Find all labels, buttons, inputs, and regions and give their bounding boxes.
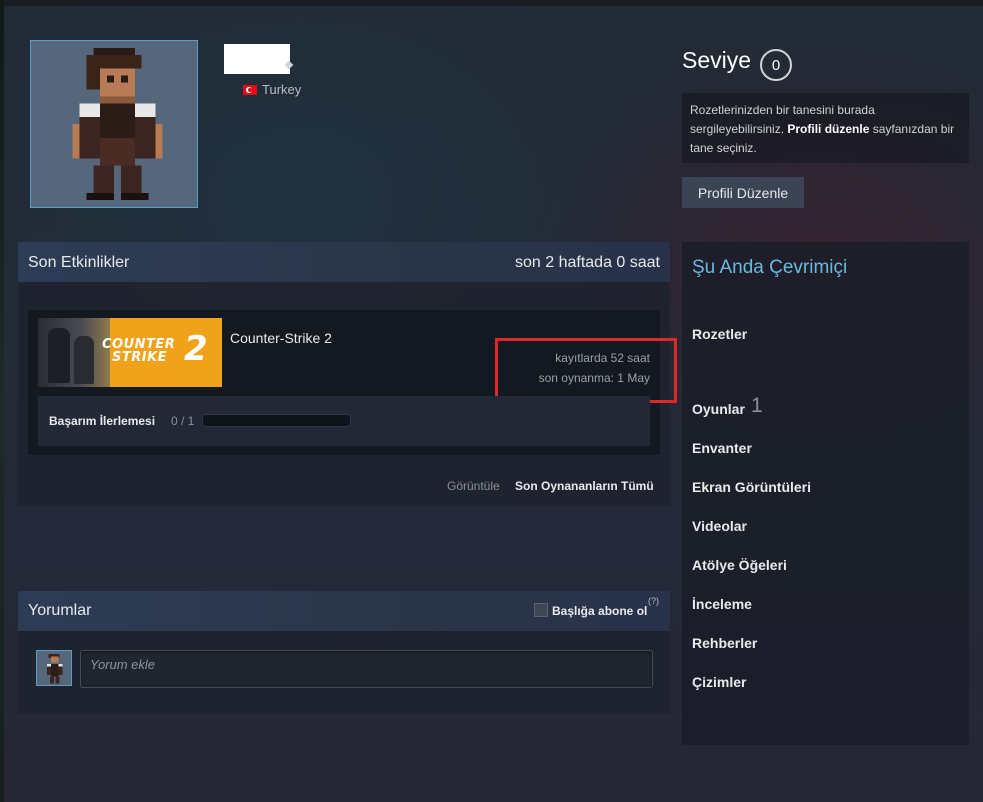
profile-page: Turkey Seviye 0 Rozetlerinizden bir tane…	[0, 0, 983, 802]
profile-avatar[interactable]	[30, 40, 198, 208]
profile-country: Turkey	[243, 82, 301, 97]
turkey-flag-icon	[243, 84, 257, 95]
badge-showcase-notice: Rozetlerinizden bir tanesini burada serg…	[682, 93, 969, 163]
sidebar-games-count[interactable]: 1	[751, 394, 763, 418]
sidebar-item-workshop[interactable]: Atölye Öğeleri	[692, 557, 787, 573]
level-label: Seviye	[682, 47, 752, 73]
achievement-progress-label: Başarım İlerlemesi	[49, 414, 156, 428]
view-all-label: Görüntüle	[447, 479, 500, 493]
subscribe-label[interactable]: Başlığa abone ol	[552, 604, 647, 618]
sidebar-item-guides[interactable]: Rehberler	[692, 635, 757, 651]
sidebar-item-reviews[interactable]: İnceleme	[692, 596, 752, 612]
comment-input[interactable]: Yorum ekle	[80, 650, 653, 688]
sidebar-item-screenshots[interactable]: Ekran Görüntüleri	[692, 479, 811, 495]
edit-profile-button[interactable]: Profili Düzenle	[682, 177, 804, 208]
subscribe-checkbox[interactable]	[534, 603, 548, 617]
comment-avatar-image	[37, 651, 71, 685]
online-status: Şu Anda Çevrimiçi	[692, 257, 848, 278]
highlight-annotation-box	[495, 338, 677, 403]
sidebar-item-badges[interactable]: Rozetler	[692, 326, 747, 342]
profile-name-redacted	[224, 44, 290, 74]
pixel-avatar-image	[31, 41, 197, 207]
achievement-progress-count: 0 / 1	[171, 414, 195, 428]
subscribe-help-link[interactable]: (?)	[648, 596, 659, 606]
badge-notice-edit-link[interactable]: Profili düzenle	[787, 122, 869, 136]
sidebar-item-videos[interactable]: Videolar	[692, 518, 747, 534]
top-strip	[0, 0, 983, 6]
achievement-progress-bar	[202, 414, 351, 427]
game-capsule-image[interactable]: COUNTER STRIKE 2	[38, 318, 222, 387]
country-label: Turkey	[262, 82, 302, 97]
level-badge[interactable]: 0	[760, 49, 792, 81]
comments-title: Yorumlar	[28, 602, 92, 619]
soldier-figure-2	[74, 336, 94, 384]
sidebar-item-artwork[interactable]: Çizimler	[692, 674, 746, 690]
recent-activity-title: Son Etkinlikler	[28, 254, 130, 271]
sidebar-item-games[interactable]: Oyunlar	[692, 401, 745, 417]
recent-activity-hours: son 2 haftada 0 saat	[515, 254, 660, 271]
game-art-logo-number: 2	[184, 329, 208, 369]
sidebar-item-inventory[interactable]: Envanter	[692, 440, 752, 456]
left-edge-strip	[0, 0, 4, 802]
soldier-figure-1	[48, 328, 70, 383]
view-all-recent-games-link[interactable]: Son Oynananların Tümü	[515, 479, 654, 493]
game-name-link[interactable]: Counter-Strike 2	[230, 330, 332, 346]
comment-user-avatar	[36, 650, 72, 686]
